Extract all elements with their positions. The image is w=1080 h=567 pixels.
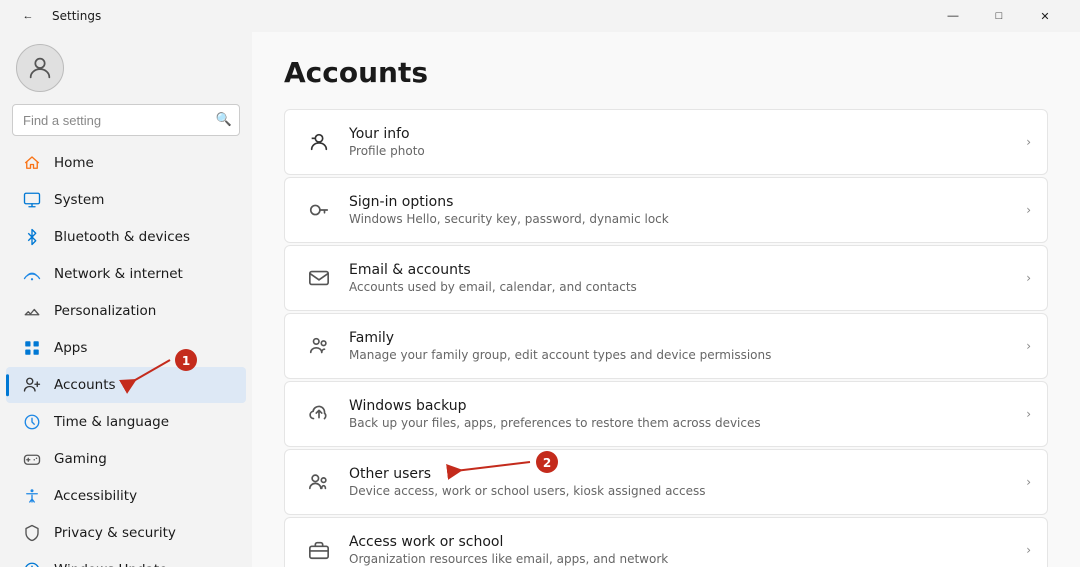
back-button[interactable]: ← (12, 0, 44, 32)
minimize-button[interactable]: — (930, 0, 976, 32)
accounts-icon (22, 375, 42, 395)
sidebar-item-system[interactable]: System (6, 182, 246, 218)
sidebar-item-label: System (54, 192, 104, 208)
search-box: 🔍 (12, 104, 240, 136)
settings-item-email[interactable]: Email & accounts Accounts used by email,… (284, 245, 1048, 311)
titlebar: ← Settings — □ ✕ (0, 0, 1080, 32)
personalization-icon (22, 301, 42, 321)
person-icon (301, 124, 337, 160)
sidebar-item-label: Personalization (54, 303, 156, 319)
settings-item-desc: Windows Hello, security key, password, d… (349, 212, 1026, 226)
sidebar-item-label: Bluetooth & devices (54, 229, 190, 245)
settings-item-title: Other users (349, 466, 1026, 482)
sidebar-item-privacy[interactable]: Privacy & security (6, 515, 246, 551)
titlebar-title: Settings (52, 9, 101, 23)
page-title: Accounts (284, 56, 1048, 89)
sidebar-item-time[interactable]: Time & language (6, 404, 246, 440)
briefcase-icon (301, 532, 337, 567)
settings-item-desc: Organization resources like email, apps,… (349, 552, 1026, 566)
network-icon (22, 264, 42, 284)
sidebar: 🔍 Home System Bluetooth & devices Networ… (0, 32, 252, 567)
search-icon: 🔍 (216, 113, 232, 128)
accessibility-icon (22, 486, 42, 506)
settings-item-signin[interactable]: Sign-in options Windows Hello, security … (284, 177, 1048, 243)
sidebar-item-update[interactable]: Windows Update (6, 552, 246, 567)
sidebar-item-label: Time & language (54, 414, 169, 430)
bluetooth-icon (22, 227, 42, 247)
sidebar-item-home[interactable]: Home (6, 145, 246, 181)
privacy-icon (22, 523, 42, 543)
chevron-icon: › (1026, 135, 1031, 149)
settings-item-desc: Accounts used by email, calendar, and co… (349, 280, 1026, 294)
settings-item-title: Email & accounts (349, 262, 1026, 278)
family-icon (301, 328, 337, 364)
settings-item-title: Sign-in options (349, 194, 1026, 210)
settings-item-your-info[interactable]: Your info Profile photo › (284, 109, 1048, 175)
avatar-icon (26, 54, 54, 82)
sidebar-item-label: Network & internet (54, 266, 183, 282)
settings-item-family[interactable]: Family Manage your family group, edit ac… (284, 313, 1048, 379)
sidebar-item-network[interactable]: Network & internet (6, 256, 246, 292)
settings-item-desc: Device access, work or school users, kio… (349, 484, 1026, 498)
chevron-icon: › (1026, 475, 1031, 489)
settings-item-desc: Profile photo (349, 144, 1026, 158)
gaming-icon (22, 449, 42, 469)
sidebar-item-personalization[interactable]: Personalization (6, 293, 246, 329)
chevron-icon: › (1026, 407, 1031, 421)
settings-item-title: Access work or school (349, 534, 1026, 550)
system-icon (22, 190, 42, 210)
settings-item-desc: Back up your files, apps, preferences to… (349, 416, 1026, 430)
chevron-icon: › (1026, 203, 1031, 217)
apps-icon (22, 338, 42, 358)
chevron-icon: › (1026, 543, 1031, 557)
settings-item-backup[interactable]: Windows backup Back up your files, apps,… (284, 381, 1048, 447)
sidebar-item-label: Apps (54, 340, 87, 356)
main-content: Accounts Your info Profile photo › Sign-… (252, 32, 1080, 567)
close-button[interactable]: ✕ (1022, 0, 1068, 32)
maximize-button[interactable]: □ (976, 0, 1022, 32)
settings-item-other-users[interactable]: Other users Device access, work or schoo… (284, 449, 1048, 515)
sidebar-item-label: Accounts (54, 377, 116, 393)
sidebar-item-label: Privacy & security (54, 525, 176, 541)
other-users-icon (301, 464, 337, 500)
update-icon (22, 560, 42, 567)
key-icon (301, 192, 337, 228)
settings-item-title: Family (349, 330, 1026, 346)
sidebar-nav: Home System Bluetooth & devices Network … (0, 144, 252, 567)
avatar[interactable] (16, 44, 64, 92)
sidebar-item-gaming[interactable]: Gaming (6, 441, 246, 477)
sidebar-item-label: Windows Update (54, 562, 167, 567)
chevron-icon: › (1026, 271, 1031, 285)
titlebar-controls: — □ ✕ (930, 0, 1068, 32)
settings-item-work-school[interactable]: Access work or school Organization resou… (284, 517, 1048, 567)
backup-icon (301, 396, 337, 432)
time-icon (22, 412, 42, 432)
sidebar-item-apps[interactable]: Apps (6, 330, 246, 366)
sidebar-item-accessibility[interactable]: Accessibility (6, 478, 246, 514)
home-icon (22, 153, 42, 173)
search-input[interactable] (12, 104, 240, 136)
settings-item-title: Windows backup (349, 398, 1026, 414)
sidebar-item-bluetooth[interactable]: Bluetooth & devices (6, 219, 246, 255)
settings-list: Your info Profile photo › Sign-in option… (284, 109, 1048, 567)
sidebar-item-label: Gaming (54, 451, 107, 467)
chevron-icon: › (1026, 339, 1031, 353)
titlebar-left: ← Settings (12, 0, 101, 32)
settings-item-desc: Manage your family group, edit account t… (349, 348, 1026, 362)
app-body: 🔍 Home System Bluetooth & devices Networ… (0, 32, 1080, 567)
sidebar-header (0, 32, 252, 100)
email-icon (301, 260, 337, 296)
settings-item-title: Your info (349, 126, 1026, 142)
sidebar-item-label: Accessibility (54, 488, 137, 504)
sidebar-item-accounts[interactable]: Accounts (6, 367, 246, 403)
sidebar-item-label: Home (54, 155, 94, 171)
